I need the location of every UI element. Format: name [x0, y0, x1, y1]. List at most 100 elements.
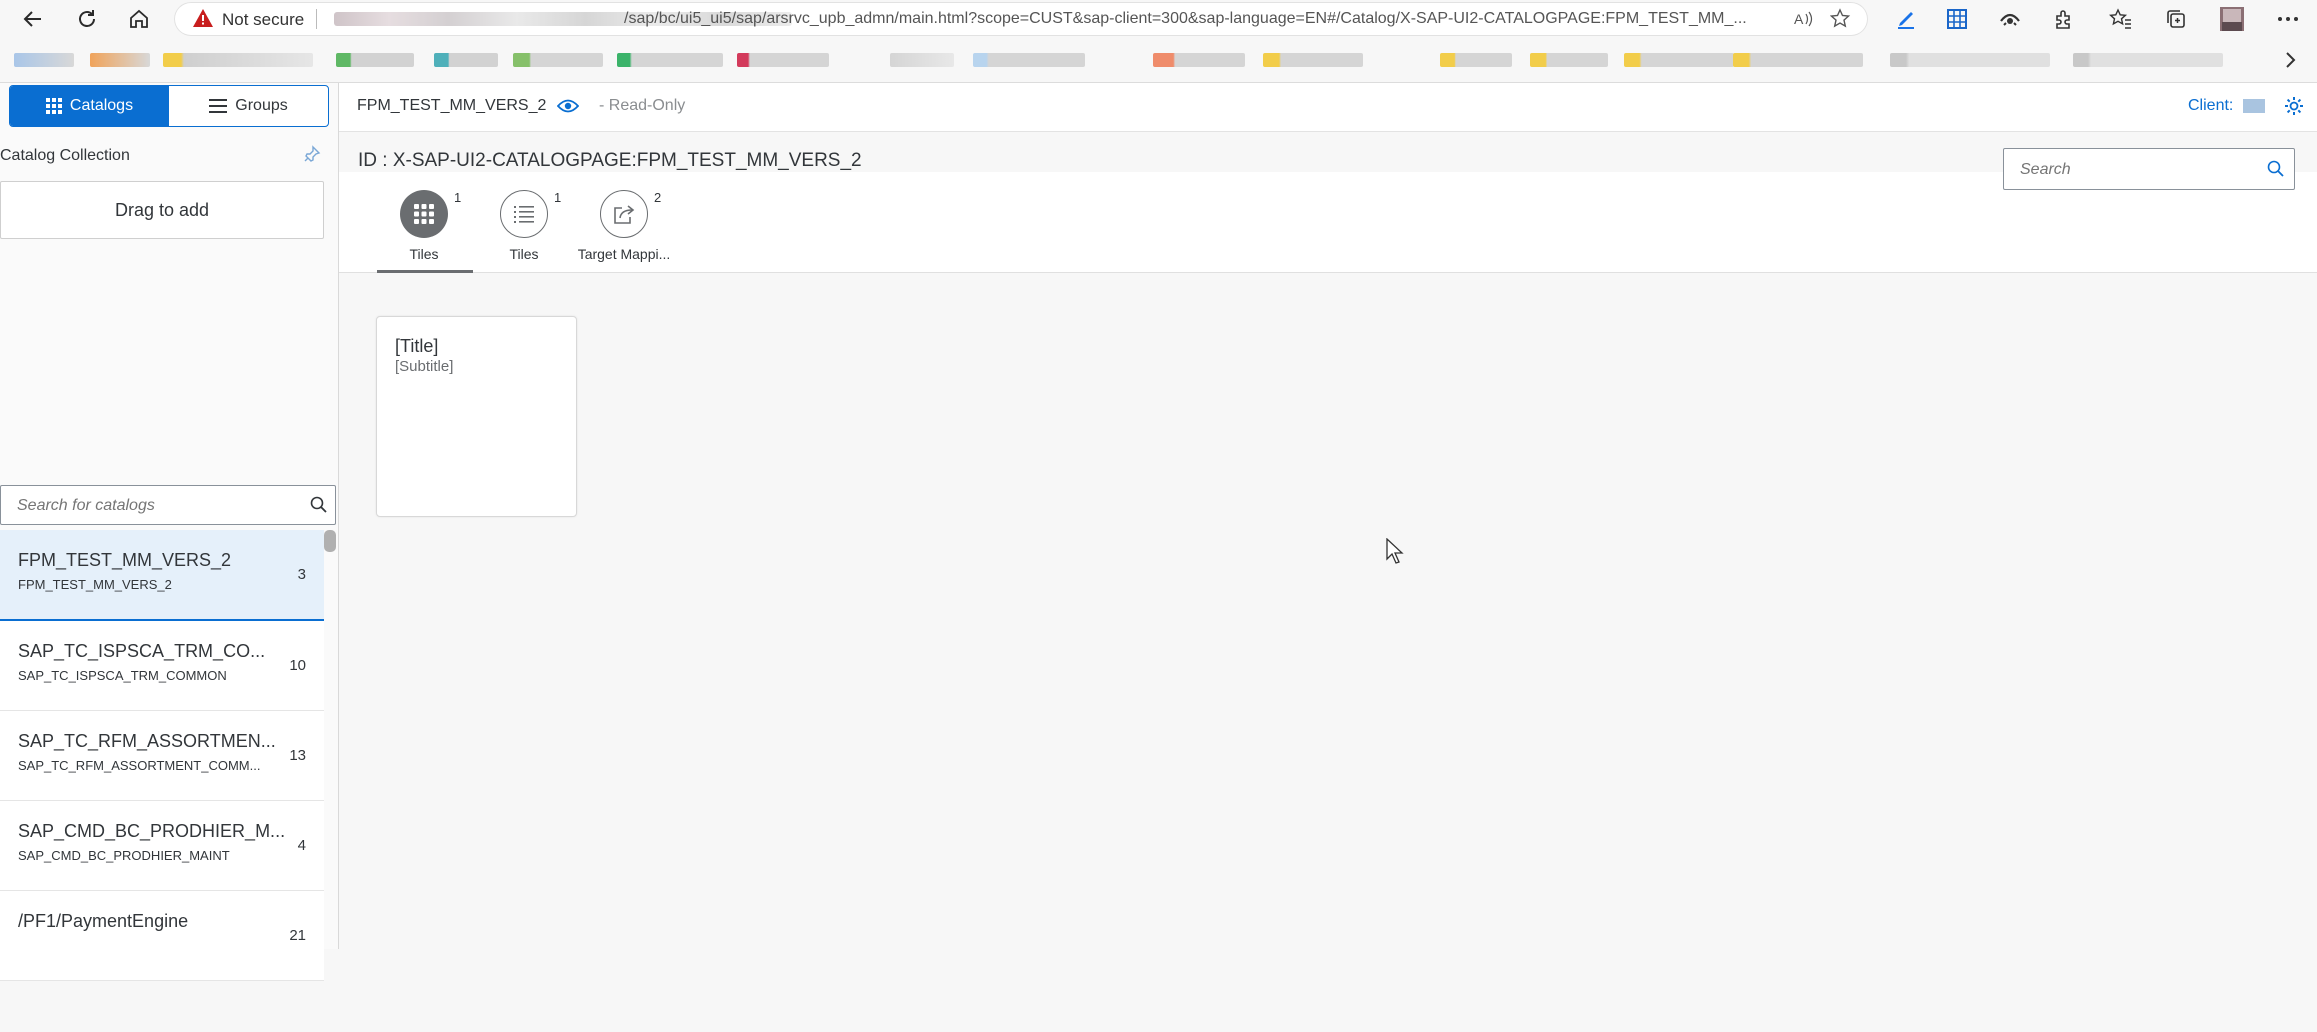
catalog-id: FPM_TEST_MM_VERS_2 — [18, 577, 172, 592]
pin-icon[interactable] — [303, 145, 323, 165]
address-bar[interactable]: Not secure /sap/bc/ui5_ui5/sap/arsrvc_up… — [174, 2, 1868, 36]
bookmark-item[interactable] — [513, 53, 603, 67]
catalog-search-field[interactable] — [0, 485, 336, 526]
catalog-tile-count: 21 — [289, 927, 306, 944]
bookmark-item[interactable] — [336, 53, 414, 67]
catalog-list-item[interactable]: /PF1/PaymentEngine 21 — [0, 891, 324, 981]
catalogs-toggle[interactable]: Catalogs — [10, 86, 169, 126]
bookmark-item[interactable] — [737, 53, 829, 67]
catalog-search-input[interactable] — [15, 486, 299, 526]
bookmark-item[interactable] — [2073, 53, 2223, 67]
grid-icon — [400, 190, 448, 238]
groups-toggle-label: Groups — [235, 97, 288, 114]
mouse-cursor-icon — [1386, 537, 1404, 564]
svg-text:A: A — [1794, 11, 1804, 27]
refresh-icon[interactable] — [70, 4, 104, 34]
bookmark-item[interactable] — [890, 53, 954, 67]
drag-to-add-label: Drag to add — [114, 199, 210, 220]
catalog-title: FPM_TEST_MM_VERS_2 — [18, 550, 232, 570]
drag-to-add-dropzone[interactable]: Drag to add — [0, 181, 324, 239]
tab-count: 1 — [454, 190, 462, 205]
bookmark-item[interactable] — [1440, 53, 1512, 67]
catalog-title: SAP_TC_ISPSCA_TRM_CO... — [18, 641, 266, 661]
bookmark-item[interactable] — [1263, 53, 1363, 67]
tab-label: Tiles — [409, 246, 439, 262]
read-only-label: - Read-Only — [599, 97, 686, 114]
tile-subtitle: [Subtitle] — [395, 358, 454, 375]
catalog-list: FPM_TEST_MM_VERS_2 FPM_TEST_MM_VERS_2 3 … — [0, 530, 324, 1032]
client-value-redacted — [2243, 99, 2265, 113]
bookmark-item[interactable] — [1624, 53, 1734, 67]
catalog-sidebar: Catalogs Groups Catalog Collection Drag … — [0, 83, 339, 981]
tab-label: Tiles — [509, 246, 539, 262]
bookmark-item[interactable] — [14, 53, 74, 67]
profile-avatar-icon[interactable] — [2219, 7, 2245, 31]
url-text[interactable]: /sap/bc/ui5_ui5/sap/arsrvc_upb_admn/main… — [624, 10, 1747, 28]
eye-icon[interactable] — [556, 96, 580, 116]
catalog-tile-count: 4 — [297, 837, 306, 854]
browser-toolbar: Not secure /sap/bc/ui5_ui5/sap/arsrvc_up… — [0, 0, 2317, 39]
bookmarks-bar — [0, 39, 2317, 83]
catalog-list-item[interactable]: SAP_TC_ISPSCA_TRM_CO... SAP_TC_ISPSCA_TR… — [0, 621, 324, 711]
catalog-list-scrollbar[interactable] — [324, 530, 336, 552]
tile-search-field[interactable] — [2003, 148, 2295, 191]
catalog-tile-count: 13 — [289, 747, 306, 764]
warning-icon — [192, 8, 214, 28]
grid-icon — [45, 98, 62, 114]
search-icon[interactable] — [309, 495, 329, 515]
extensions-icon[interactable] — [2050, 7, 2076, 31]
tab-count: 1 — [554, 190, 562, 205]
groups-toggle[interactable]: Groups — [169, 86, 328, 126]
tab-count: 2 — [654, 190, 662, 205]
catalog-list-item[interactable]: SAP_CMD_BC_PRODHIER_M... SAP_CMD_BC_PROD… — [0, 801, 324, 891]
menu-icon — [209, 99, 228, 113]
catalog-title: /PF1/PaymentEngine — [18, 911, 189, 931]
read-aloud-icon[interactable]: A — [1790, 7, 1816, 31]
bookmark-item[interactable] — [1153, 53, 1245, 67]
bookmark-item[interactable] — [1890, 53, 2050, 67]
favorite-add-icon[interactable] — [1828, 7, 1854, 31]
tile-search-input[interactable] — [2018, 149, 2262, 191]
catalog-id: SAP_TC_RFM_ASSORTMENT_COMM... — [18, 758, 261, 773]
chevron-right-icon[interactable] — [2280, 47, 2300, 73]
tile-card[interactable]: [Title] [Subtitle] — [376, 316, 577, 517]
bookmark-item[interactable] — [973, 53, 1085, 67]
bookmark-item[interactable] — [434, 53, 498, 67]
search-icon[interactable] — [2266, 159, 2286, 179]
catalog-tile-count: 10 — [289, 657, 306, 674]
bookmark-item[interactable] — [163, 53, 313, 67]
pen-extension-icon[interactable] — [1893, 7, 1919, 31]
client-label: Client: — [2188, 97, 2234, 114]
more-menu-icon[interactable] — [2275, 7, 2301, 31]
catalog-title: SAP_TC_RFM_ASSORTMEN... — [18, 731, 276, 751]
home-icon[interactable] — [122, 4, 156, 34]
tab-target-mappings[interactable]: 2 Target Mappi... — [574, 190, 694, 272]
catalog-list-item[interactable]: SAP_TC_RFM_ASSORTMEN... SAP_TC_RFM_ASSOR… — [0, 711, 324, 801]
bookmark-item[interactable] — [90, 53, 150, 67]
catalog-list-item[interactable]: FPM_TEST_MM_VERS_2 FPM_TEST_MM_VERS_2 3 — [0, 530, 324, 621]
tracker-extension-icon[interactable] — [1997, 7, 2023, 31]
catalog-tile-count: 3 — [297, 566, 306, 583]
catalog-title: SAP_CMD_BC_PRODHIER_M... — [18, 821, 286, 841]
catalog-id: SAP_CMD_BC_PRODHIER_MAINT — [18, 848, 230, 863]
bookmark-item[interactable] — [1530, 53, 1608, 67]
bookmark-item[interactable] — [1733, 53, 1863, 67]
collections-icon[interactable] — [2163, 7, 2189, 31]
grid-extension-icon[interactable] — [1944, 7, 1970, 31]
gear-icon[interactable] — [2283, 95, 2305, 117]
tab-label: Target Mappi... — [577, 246, 671, 262]
page-title: FPM_TEST_MM_VERS_2 — [357, 97, 547, 114]
object-header: ID : X-SAP-UI2-CATALOGPAGE:FPM_TEST_MM_V… — [339, 132, 2317, 273]
view-switcher: Catalogs Groups — [9, 85, 329, 127]
catalog-id: SAP_TC_ISPSCA_TRM_COMMON — [18, 668, 227, 683]
page-header-bar: FPM_TEST_MM_VERS_2 - Read-Only Client: — [339, 83, 2317, 132]
share-icon — [600, 190, 648, 238]
back-icon[interactable] — [16, 4, 50, 34]
security-status[interactable]: Not secure — [222, 10, 304, 30]
favorites-icon[interactable] — [2108, 7, 2134, 31]
active-tab-indicator — [377, 270, 473, 273]
bookmark-item[interactable] — [617, 53, 723, 67]
tile-title: [Title] — [395, 336, 439, 356]
list-icon — [500, 190, 548, 238]
catalog-collection-title: Catalog Collection — [0, 147, 130, 164]
